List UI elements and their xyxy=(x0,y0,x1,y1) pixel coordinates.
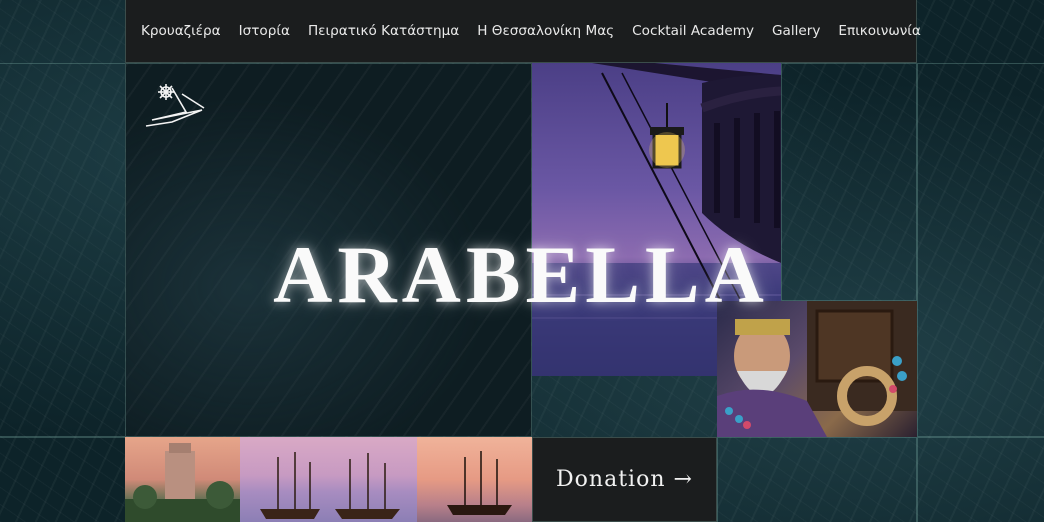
nav-item-history[interactable]: Ιστορία xyxy=(239,23,290,39)
nav-item-gallery[interactable]: Gallery xyxy=(772,23,820,39)
page-background: Κρουαζιέρα Ιστορία Πειρατικό Κατάστημα Η… xyxy=(0,0,1044,522)
nav-item-our-thessaloniki[interactable]: Η Θεσσαλονίκη Μας xyxy=(477,23,614,39)
grid-cell xyxy=(717,437,917,522)
ship-sunset-photo xyxy=(417,437,532,522)
nav-item-contact[interactable]: Επικοινωνία xyxy=(838,23,920,39)
donation-button[interactable]: Donation → xyxy=(532,437,717,522)
nav-item-pirate-shop[interactable]: Πειρατικό Κατάστημα xyxy=(308,23,459,39)
grid-cell xyxy=(917,437,1044,522)
hero-title: ARABELLA xyxy=(273,229,769,320)
photo-strip xyxy=(125,437,532,522)
nav-item-cocktail-academy[interactable]: Cocktail Academy xyxy=(632,23,754,39)
pirate-ships-photo xyxy=(240,437,417,522)
grid-cell xyxy=(917,63,1044,437)
main-navbar: Κρουαζιέρα Ιστορία Πειρατικό Κατάστημα Η… xyxy=(125,0,921,63)
arabella-logo-icon[interactable] xyxy=(142,80,214,130)
white-tower-photo xyxy=(125,437,240,522)
grid-cell xyxy=(0,437,126,522)
nav-item-cruise[interactable]: Κρουαζιέρα xyxy=(141,23,221,39)
grid-cell xyxy=(0,63,126,437)
